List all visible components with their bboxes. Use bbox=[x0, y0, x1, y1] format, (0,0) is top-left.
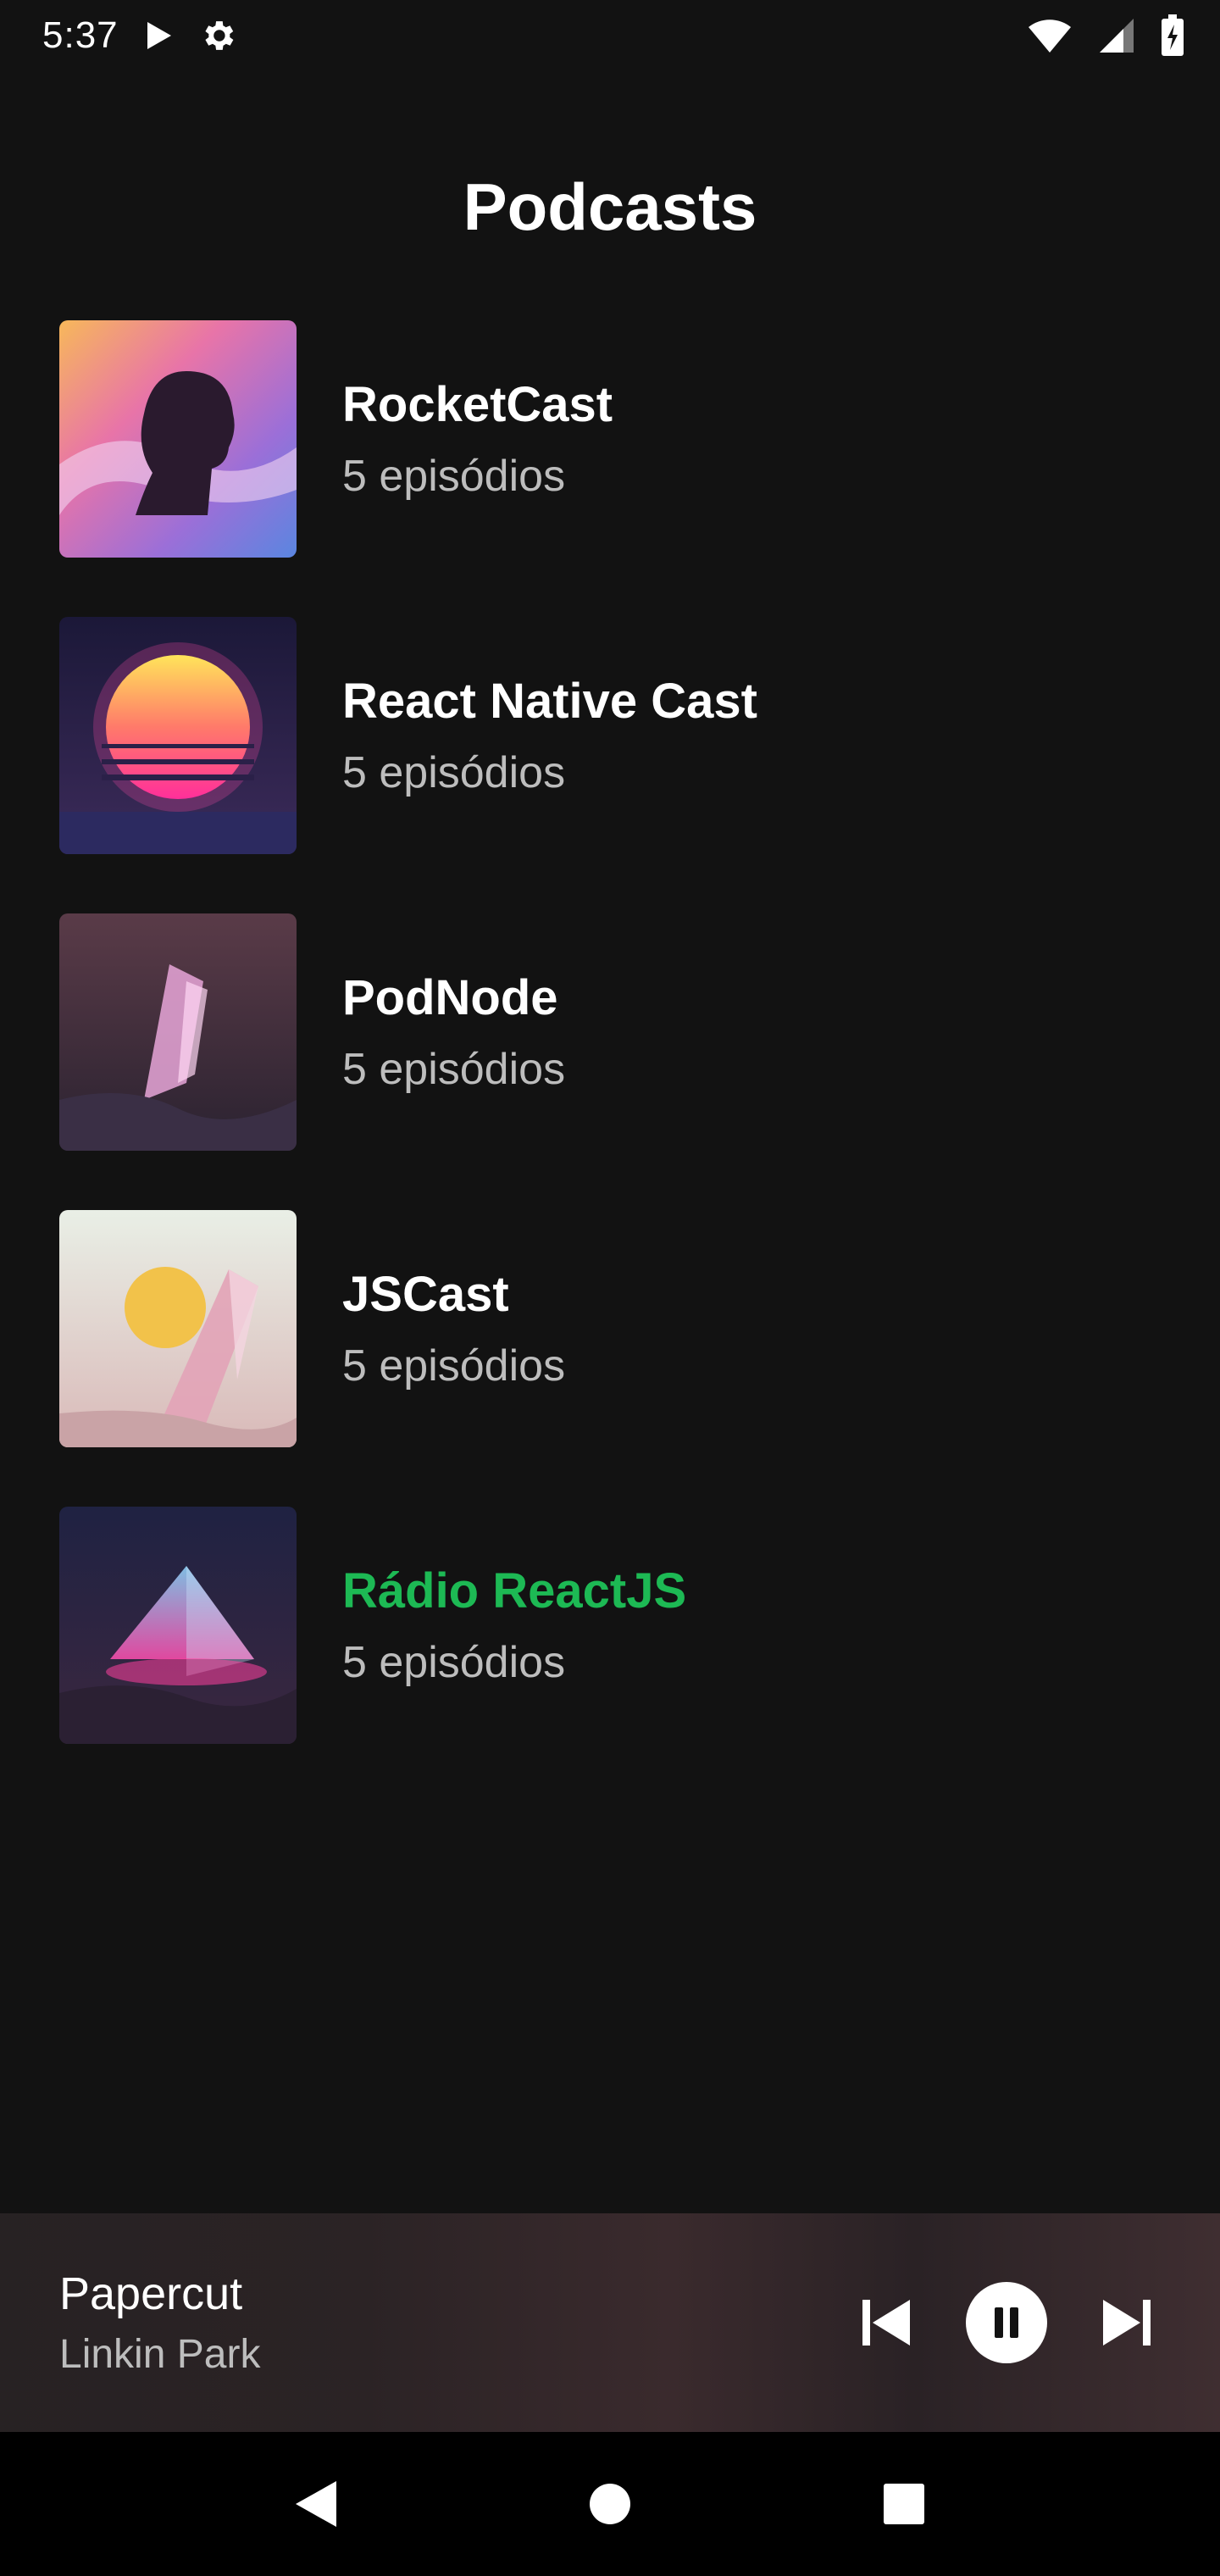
podcast-episodes: 5 episódios bbox=[342, 1637, 566, 1687]
podcast-episodes: 5 episódios bbox=[342, 1044, 566, 1094]
recents-icon[interactable] bbox=[853, 2453, 955, 2555]
battery-charging-icon bbox=[1161, 14, 1184, 57]
home-icon[interactable] bbox=[559, 2453, 661, 2555]
podcast-cover bbox=[59, 1210, 297, 1447]
status-right bbox=[1027, 14, 1184, 57]
podcast-info: React Native Cast 5 episódios bbox=[342, 672, 757, 799]
podcast-list: RocketCast 5 episódios React Native Cast… bbox=[59, 320, 1161, 1803]
wifi-icon bbox=[1027, 17, 1073, 54]
podcast-item[interactable]: React Native Cast 5 episódios bbox=[59, 617, 1161, 854]
app-screen: 5:37 Podcasts RocketCast 5 episódios Rea… bbox=[0, 0, 1220, 2576]
podcast-info: RocketCast 5 episódios bbox=[342, 375, 613, 502]
podcast-info: PodNode 5 episódios bbox=[342, 969, 565, 1096]
podcast-title: Rádio ReactJS bbox=[342, 1563, 687, 1618]
status-bar: 5:37 bbox=[0, 0, 1220, 71]
podcast-title: JSCast bbox=[342, 1267, 509, 1322]
podcast-info: Rádio ReactJS 5 episódios bbox=[342, 1562, 686, 1689]
podcast-cover bbox=[59, 1507, 297, 1744]
podcast-episodes: 5 episódios bbox=[342, 1341, 566, 1391]
player-bar[interactable]: Papercut Linkin Park bbox=[0, 2213, 1220, 2432]
page-title: Podcasts bbox=[463, 169, 757, 244]
track-info: Papercut Linkin Park bbox=[59, 2267, 260, 2379]
skip-next-icon[interactable] bbox=[1098, 2296, 1154, 2349]
play-icon bbox=[144, 20, 173, 51]
signal-icon bbox=[1098, 17, 1135, 54]
back-icon[interactable] bbox=[265, 2453, 367, 2555]
pause-icon[interactable] bbox=[966, 2282, 1047, 2363]
status-time: 5:37 bbox=[42, 14, 119, 56]
podcast-episodes: 5 episódios bbox=[342, 451, 566, 501]
podcast-item[interactable]: PodNode 5 episódios bbox=[59, 913, 1161, 1151]
podcast-cover bbox=[59, 320, 297, 558]
podcast-item[interactable]: RocketCast 5 episódios bbox=[59, 320, 1161, 558]
track-title: Papercut bbox=[59, 2268, 243, 2319]
podcast-info: JSCast 5 episódios bbox=[342, 1265, 565, 1392]
player-controls bbox=[859, 2282, 1154, 2363]
podcast-item[interactable]: JSCast 5 episódios bbox=[59, 1210, 1161, 1447]
podcast-cover bbox=[59, 617, 297, 854]
podcast-cover bbox=[59, 913, 297, 1151]
podcast-title: React Native Cast bbox=[342, 674, 757, 729]
track-artist: Linkin Park bbox=[59, 2331, 261, 2377]
navigation-bar bbox=[0, 2432, 1220, 2576]
podcast-title: PodNode bbox=[342, 970, 558, 1025]
skip-previous-icon[interactable] bbox=[859, 2296, 915, 2349]
podcast-item[interactable]: Rádio ReactJS 5 episódios bbox=[59, 1507, 1161, 1744]
podcast-title: RocketCast bbox=[342, 377, 613, 432]
podcast-episodes: 5 episódios bbox=[342, 747, 566, 797]
status-left: 5:37 bbox=[42, 14, 237, 57]
gear-icon bbox=[198, 16, 237, 55]
